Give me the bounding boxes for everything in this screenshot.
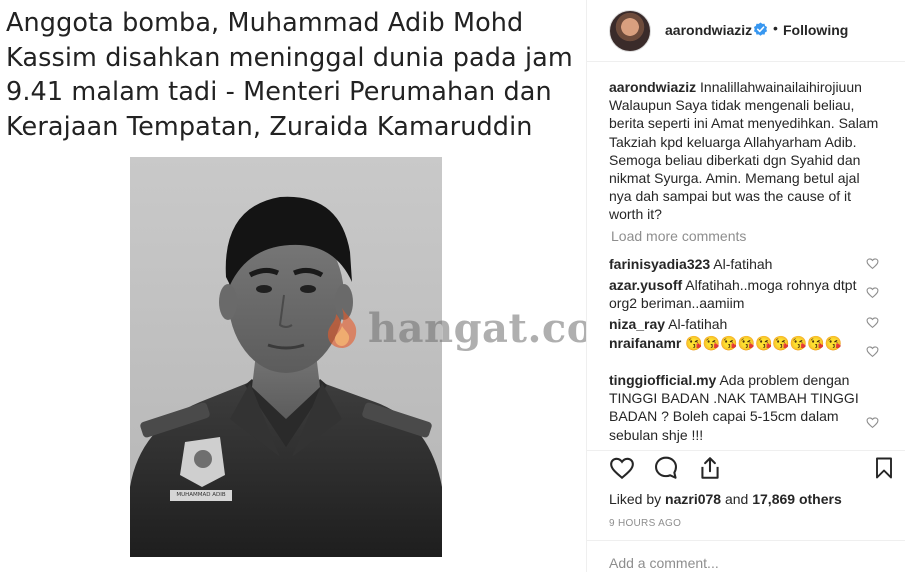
add-comment-input[interactable] bbox=[609, 555, 879, 571]
comment-like-heart-icon[interactable] bbox=[866, 416, 879, 429]
comment-like-heart-icon[interactable] bbox=[866, 316, 879, 329]
verified-badge-icon bbox=[753, 22, 768, 36]
likes-prefix: Liked by bbox=[609, 491, 662, 507]
following-button[interactable]: Following bbox=[783, 22, 848, 38]
portrait-photo: MUHAMMAD ADIB bbox=[130, 157, 442, 557]
caption-text: Innalillahwainailaihirojiuun Walaupun Sa… bbox=[609, 79, 879, 223]
comment-username[interactable]: azar.yusoff bbox=[609, 277, 682, 293]
comment-username[interactable]: tinggiofficial.my bbox=[609, 372, 716, 388]
separator-dot: • bbox=[773, 20, 778, 36]
comment-item: farinisyadia323 Al-fatihah bbox=[609, 255, 869, 273]
post-header: aarondwiaziz • Following bbox=[587, 0, 905, 62]
headline-line: 9.41 malam tadi - Menteri Perumahan dan bbox=[6, 77, 552, 107]
likes-count[interactable]: 17,869 others bbox=[752, 491, 842, 507]
watermark: hangat.com bbox=[322, 304, 586, 352]
likes-summary: Liked by nazri078 and 17,869 others bbox=[609, 491, 842, 507]
share-upload-icon[interactable] bbox=[697, 455, 723, 481]
load-more-comments-button[interactable]: Load more comments bbox=[611, 228, 746, 244]
post-timestamp[interactable]: 9 HOURS AGO bbox=[609, 518, 681, 529]
comment-text: 😘😘😘😘😘😘😘😘😘 bbox=[685, 335, 843, 351]
comment-item: niza_ray Al-fatihah bbox=[609, 315, 869, 333]
post-actions bbox=[587, 450, 905, 484]
comment-username[interactable]: nraifanamr bbox=[609, 335, 681, 351]
post-side-panel: aarondwiaziz • Following aarondwiaziz In… bbox=[586, 0, 905, 572]
avatar[interactable] bbox=[609, 10, 651, 52]
name-tag-label: MUHAMMAD ADIB bbox=[176, 492, 226, 498]
comment-username[interactable]: niza_ray bbox=[609, 316, 665, 332]
post-headline: Anggota bomba, Muhammad Adib Mohd Kassim… bbox=[6, 6, 576, 144]
post-caption: aarondwiaziz Innalillahwainailaihirojiuu… bbox=[609, 78, 879, 224]
comment-username[interactable]: farinisyadia323 bbox=[609, 256, 710, 272]
comment-text: Al-fatihah bbox=[713, 256, 773, 272]
caption-username[interactable]: aarondwiaziz bbox=[609, 79, 696, 95]
comment-text: Al-fatihah bbox=[668, 316, 728, 332]
comment-like-heart-icon[interactable] bbox=[866, 345, 879, 358]
headline-line: Anggota bomba, Muhammad Adib Mohd bbox=[6, 8, 524, 38]
post-image[interactable]: Anggota bomba, Muhammad Adib Mohd Kassim… bbox=[0, 0, 586, 572]
author-username[interactable]: aarondwiaziz bbox=[665, 22, 752, 38]
comment-item: nraifanamr 😘😘😘😘😘😘😘😘😘 bbox=[609, 334, 869, 352]
add-comment-bar bbox=[587, 540, 905, 572]
likes-user[interactable]: nazri078 bbox=[665, 491, 721, 507]
speech-bubble-icon[interactable] bbox=[653, 455, 679, 481]
bookmark-icon[interactable] bbox=[872, 455, 896, 481]
comment-item: tinggiofficial.my Ada problem dengan TIN… bbox=[609, 371, 869, 444]
likes-and: and bbox=[724, 491, 749, 507]
headline-line: Kerajaan Tempatan, Zuraida Kamaruddin bbox=[6, 111, 533, 142]
watermark-text: hangat.com bbox=[368, 304, 586, 352]
headline-line: Kassim disahkan meninggal dunia pada jam bbox=[6, 42, 573, 73]
flame-icon bbox=[327, 308, 357, 348]
comment-like-heart-icon[interactable] bbox=[866, 286, 879, 299]
comment-item: azar.yusoff Alfatihah..moga rohnya dtpt … bbox=[609, 276, 869, 312]
comment-like-heart-icon[interactable] bbox=[866, 257, 879, 270]
heart-outline-icon[interactable] bbox=[609, 455, 635, 481]
